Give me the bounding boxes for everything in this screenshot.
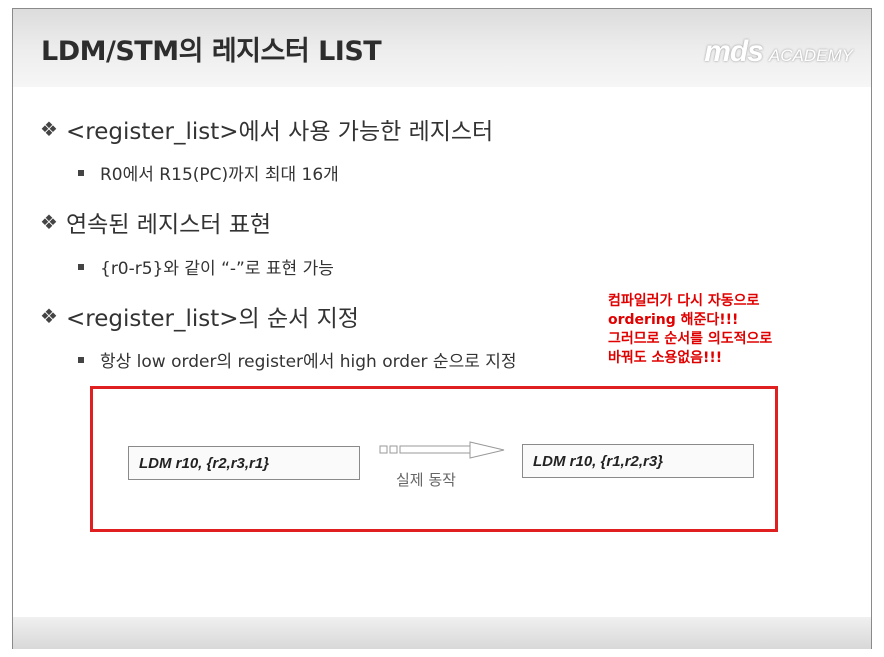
diamond-bullet-icon: ❖ [40,304,58,328]
slide-footer [13,617,871,649]
code-box-after: LDM r10, {r1,r2,r3} [522,444,754,478]
red-annotation-note: 컴파일러가 다시 자동으로 ordering 해준다!!! 그러므로 순서를 의… [608,292,772,368]
square-bullet-icon [78,263,84,270]
logo-brand: mds [704,35,764,68]
sub-bullet-text: {r0-r5}와 같이 “-”로 표현 가능 [100,259,334,279]
arrow-caption: 실제 동작 [396,471,456,489]
diamond-bullet-icon: ❖ [40,117,58,141]
mds-academy-logo: mds ACADEMY [704,35,853,69]
note-line: 그러므로 순서를 의도적으로 [608,331,773,347]
bullet-text: 연속된 레지스터 표현 [66,212,272,238]
bullet-text: <register_list>에서 사용 가능한 레지스터 [66,119,494,145]
sub-bullet-text: R0에서 R15(PC)까지 최대 16개 [100,165,339,185]
sub-bullet-text: 항상 low order의 register에서 high order 순으로 … [100,352,517,372]
sub-bullet-item: 항상 low order의 register에서 high order 순으로 … [78,347,517,372]
slide-header: LDM/STM의 레지스터 LIST mds ACADEMY [13,9,871,87]
note-line: 컴파일러가 다시 자동으로 [608,293,760,309]
diamond-bullet-icon: ❖ [40,210,58,234]
note-line: 바꿔도 소용없음!!! [608,350,723,366]
slide-title: LDM/STM의 레지스터 LIST [41,36,382,67]
logo-sub: ACADEMY [768,46,853,65]
bullet-item: ❖ <register_list>의 순서 지정 [40,299,359,333]
arrow-icon [366,441,506,459]
bullet-item: ❖ <register_list>에서 사용 가능한 레지스터 [40,112,493,146]
sub-bullet-item: R0에서 R15(PC)까지 최대 16개 [78,160,339,185]
square-bullet-icon [78,356,84,363]
bullet-item: ❖ 연속된 레지스터 표현 [40,205,271,239]
note-line: ordering 해준다!!! [608,312,739,328]
code-box-before: LDM r10, {r2,r3,r1} [128,446,360,480]
sub-bullet-item: {r0-r5}와 같이 “-”로 표현 가능 [78,254,334,279]
bullet-text: <register_list>의 순서 지정 [66,306,359,332]
square-bullet-icon [78,169,84,176]
